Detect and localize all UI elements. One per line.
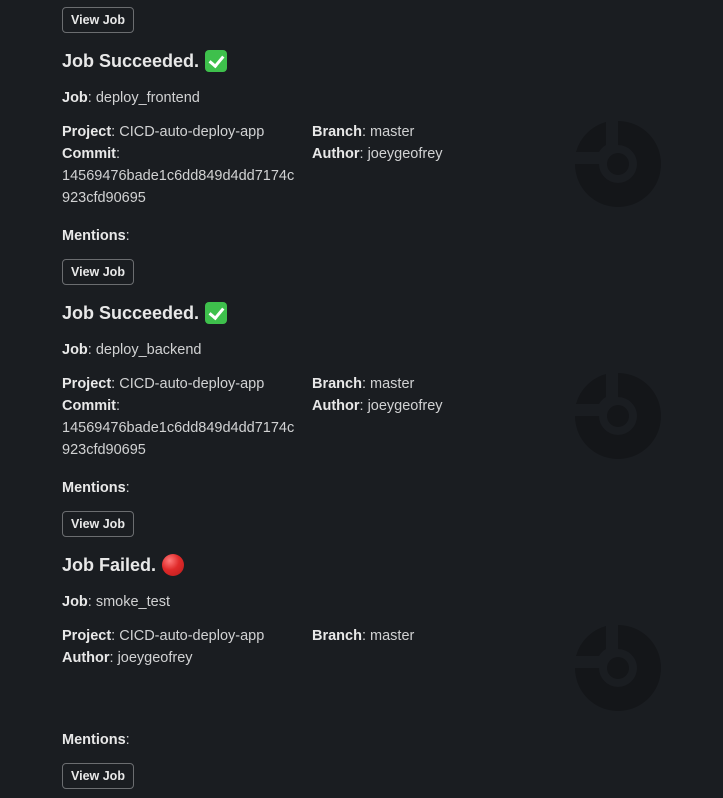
separator: : <box>111 376 116 392</box>
branch-label: Branch <box>312 124 362 140</box>
author-label: Author <box>312 146 360 162</box>
commit-label: Commit <box>62 398 116 414</box>
job-name-field: Job: deploy_backend <box>62 339 201 361</box>
job-title: Job Succeeded. <box>62 302 228 324</box>
job-name-field: Job: deploy_frontend <box>62 87 200 109</box>
job-title-text: Job Succeeded. <box>62 50 200 71</box>
mentions-label: Mentions <box>62 732 126 748</box>
job-title-text: Job Failed. <box>62 554 157 575</box>
author-field: Author: joeygeofrey <box>312 143 443 165</box>
project-field: Project: CICD-auto-deploy-app <box>62 373 264 395</box>
project-field: Project: CICD-auto-deploy-app <box>62 121 264 143</box>
branch-field: Branch: master <box>312 121 414 143</box>
job-name-value: deploy_frontend <box>95 90 200 106</box>
branch-label: Branch <box>312 376 362 392</box>
separator: : <box>359 398 364 414</box>
job-message: Job Succeeded. Job: deploy_frontend Proj… <box>0 50 723 302</box>
branch-value: master <box>370 124 415 140</box>
commit-label: Commit <box>62 146 116 162</box>
project-value: CICD-auto-deploy-app <box>119 124 265 140</box>
project-value: CICD-auto-deploy-app <box>119 376 265 392</box>
branch-value: master <box>370 376 415 392</box>
view-job-button[interactable]: View Job <box>62 763 134 789</box>
project-value: CICD-auto-deploy-app <box>119 628 265 644</box>
separator: : <box>109 650 114 666</box>
author-value: joeygeofrey <box>367 398 443 414</box>
separator: : <box>359 146 364 162</box>
separator: : <box>87 594 92 610</box>
branch-field: Branch: master <box>312 625 414 647</box>
separator: : <box>111 124 116 140</box>
separator: : <box>361 124 366 140</box>
job-label: Job <box>62 594 88 610</box>
message-feed: View Job Job Succeeded. Job: deploy_fron… <box>0 0 723 798</box>
author-value: joeygeofrey <box>367 146 443 162</box>
separator: : <box>125 480 130 496</box>
project-label: Project <box>62 376 112 392</box>
commit-field: Commit: <box>62 395 120 417</box>
mentions-label: Mentions <box>62 480 126 496</box>
separator: : <box>87 90 92 106</box>
separator: : <box>125 228 130 244</box>
author-label: Author <box>312 398 360 414</box>
circleci-logo-icon <box>575 625 661 711</box>
project-label: Project <box>62 124 112 140</box>
branch-field: Branch: master <box>312 373 414 395</box>
job-name-value: smoke_test <box>95 594 170 610</box>
white-check-mark-icon <box>205 302 228 324</box>
job-title: Job Succeeded. <box>62 50 228 72</box>
separator: : <box>361 376 366 392</box>
job-name-field: Job: smoke_test <box>62 591 170 613</box>
circleci-logo-icon <box>575 121 661 207</box>
commit-hash: 14569476bade1c6dd849d4dd7174c923cfd90695 <box>62 420 295 458</box>
job-message: Job Succeeded. Job: deploy_backend Proje… <box>0 302 723 554</box>
separator: : <box>111 628 116 644</box>
author-label: Author <box>62 650 110 666</box>
mentions-label: Mentions <box>62 228 126 244</box>
job-message: Job Failed. Job: smoke_test Project: CIC… <box>0 554 723 798</box>
mentions-field: Mentions: <box>62 477 130 499</box>
project-field: Project: CICD-auto-deploy-app <box>62 625 264 647</box>
job-label: Job <box>62 90 88 106</box>
author-field: Author: joeygeofrey <box>62 647 193 669</box>
job-title: Job Failed. <box>62 554 185 576</box>
author-value: joeygeofrey <box>117 650 193 666</box>
white-check-mark-icon <box>205 50 228 72</box>
circleci-logo-icon <box>575 373 661 459</box>
job-name-value: deploy_backend <box>95 342 202 358</box>
separator: : <box>361 628 366 644</box>
commit-field: Commit: <box>62 143 120 165</box>
separator: : <box>125 732 130 748</box>
mentions-field: Mentions: <box>62 225 130 247</box>
red-circle-icon <box>162 554 185 576</box>
job-label: Job <box>62 342 88 358</box>
view-job-button[interactable]: View Job <box>62 511 134 537</box>
author-field: Author: joeygeofrey <box>312 395 443 417</box>
branch-value: master <box>370 628 415 644</box>
job-title-text: Job Succeeded. <box>62 302 200 323</box>
separator: : <box>115 146 121 162</box>
view-job-button[interactable]: View Job <box>62 259 134 285</box>
view-job-button[interactable]: View Job <box>62 7 134 33</box>
commit-hash: 14569476bade1c6dd849d4dd7174c923cfd90695 <box>62 168 295 206</box>
branch-label: Branch <box>312 628 362 644</box>
separator: : <box>87 342 92 358</box>
separator: : <box>115 398 121 414</box>
project-label: Project <box>62 628 112 644</box>
mentions-field: Mentions: <box>62 729 130 751</box>
